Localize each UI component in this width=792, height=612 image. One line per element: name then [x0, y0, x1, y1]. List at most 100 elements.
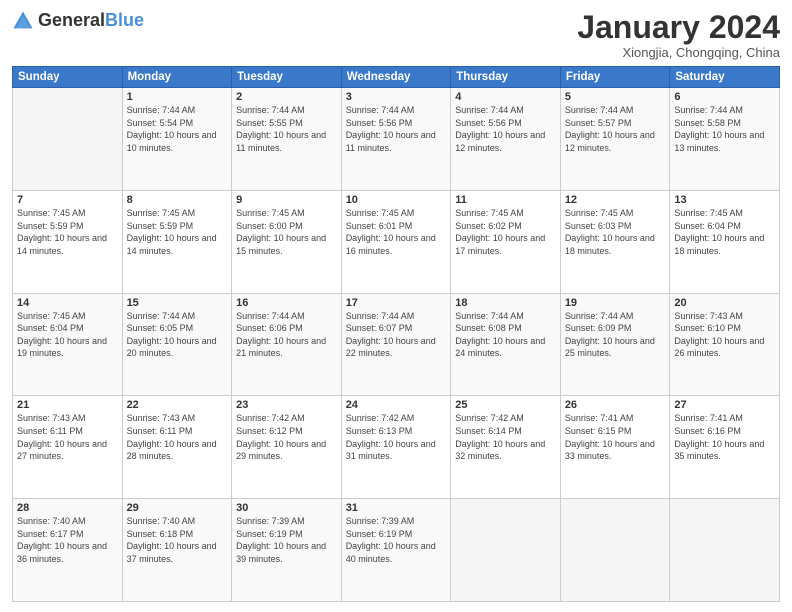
- day-header-monday: Monday: [122, 67, 232, 88]
- day-info: Sunrise: 7:39 AM Sunset: 6:19 PM Dayligh…: [346, 516, 436, 564]
- day-info: Sunrise: 7:43 AM Sunset: 6:11 PM Dayligh…: [127, 413, 217, 461]
- calendar-cell: [670, 499, 780, 602]
- day-header-sunday: Sunday: [13, 67, 123, 88]
- day-info: Sunrise: 7:45 AM Sunset: 5:59 PM Dayligh…: [127, 208, 217, 256]
- day-number: 23: [236, 399, 337, 411]
- calendar-cell: 20 Sunrise: 7:43 AM Sunset: 6:10 PM Dayli…: [670, 293, 780, 396]
- day-number: 15: [127, 297, 228, 309]
- calendar-cell: 25Sunrise: 7:42 AM Sunset: 6:14 PM Dayli…: [451, 396, 561, 499]
- day-number: 19: [565, 297, 666, 309]
- week-row-3: 21 Sunrise: 7:43 AM Sunset: 6:11 PM Dayli…: [13, 396, 780, 499]
- calendar-cell: 5 Sunrise: 7:44 AM Sunset: 5:57 PM Daylig…: [560, 88, 670, 191]
- day-info: Sunrise: 7:44 AM Sunset: 5:58 PM Dayligh…: [674, 105, 764, 153]
- calendar-cell: 15 Sunrise: 7:44 AM Sunset: 6:05 PM Dayli…: [122, 293, 232, 396]
- day-info: Sunrise: 7:40 AM Sunset: 6:17 PM Dayligh…: [17, 516, 107, 564]
- calendar-cell: [13, 88, 123, 191]
- day-info: Sunrise: 7:45 AM Sunset: 6:03 PM Dayligh…: [565, 208, 655, 256]
- calendar-cell: 8 Sunrise: 7:45 AM Sunset: 5:59 PM Daylig…: [122, 190, 232, 293]
- day-info: Sunrise: 7:42 AM Sunset: 6:13 PM Dayligh…: [346, 413, 436, 461]
- calendar-cell: 31 Sunrise: 7:39 AM Sunset: 6:19 PM Dayli…: [341, 499, 451, 602]
- day-info: Sunrise: 7:45 AM Sunset: 5:59 PM Dayligh…: [17, 208, 107, 256]
- day-number: 6: [674, 91, 775, 103]
- day-info: Sunrise: 7:45 AM Sunset: 6:04 PM Dayligh…: [17, 311, 107, 359]
- calendar-cell: 24 Sunrise: 7:42 AM Sunset: 6:13 PM Dayli…: [341, 396, 451, 499]
- day-info: Sunrise: 7:45 AM Sunset: 6:01 PM Dayligh…: [346, 208, 436, 256]
- calendar-cell: 3Sunrise: 7:44 AM Sunset: 5:56 PM Daylig…: [341, 88, 451, 191]
- calendar-cell: 2Sunrise: 7:44 AM Sunset: 5:55 PM Daylig…: [232, 88, 342, 191]
- week-row-2: 14 Sunrise: 7:45 AM Sunset: 6:04 PM Dayli…: [13, 293, 780, 396]
- day-info: Sunrise: 7:44 AM Sunset: 5:55 PM Dayligh…: [236, 105, 326, 153]
- day-number: 5: [565, 91, 666, 103]
- calendar-cell: 19 Sunrise: 7:44 AM Sunset: 6:09 PM Dayli…: [560, 293, 670, 396]
- day-number: 1: [127, 91, 228, 103]
- day-info: Sunrise: 7:45 AM Sunset: 6:04 PM Dayligh…: [674, 208, 764, 256]
- day-number: 29: [127, 502, 228, 514]
- calendar-cell: 28 Sunrise: 7:40 AM Sunset: 6:17 PM Dayli…: [13, 499, 123, 602]
- day-info: Sunrise: 7:42 AM Sunset: 6:12 PM Dayligh…: [236, 413, 326, 461]
- title-block: January 2024 Xiongjia, Chongqing, China: [577, 10, 780, 60]
- logo-blue: Blue: [105, 10, 144, 30]
- header: GeneralBlue January 2024 Xiongjia, Chong…: [12, 10, 780, 60]
- calendar-cell: 23 Sunrise: 7:42 AM Sunset: 6:12 PM Dayli…: [232, 396, 342, 499]
- day-header-thursday: Thursday: [451, 67, 561, 88]
- day-number: 13: [674, 194, 775, 206]
- day-info: Sunrise: 7:44 AM Sunset: 6:09 PM Dayligh…: [565, 311, 655, 359]
- calendar-header-row: SundayMondayTuesdayWednesdayThursdayFrid…: [13, 67, 780, 88]
- day-number: 17: [346, 297, 447, 309]
- page: GeneralBlue January 2024 Xiongjia, Chong…: [0, 0, 792, 612]
- day-number: 20: [674, 297, 775, 309]
- day-number: 21: [17, 399, 118, 411]
- day-info: Sunrise: 7:43 AM Sunset: 6:10 PM Dayligh…: [674, 311, 764, 359]
- day-number: 18: [455, 297, 556, 309]
- calendar-cell: 18 Sunrise: 7:44 AM Sunset: 6:08 PM Dayli…: [451, 293, 561, 396]
- day-number: 10: [346, 194, 447, 206]
- day-info: Sunrise: 7:45 AM Sunset: 6:00 PM Dayligh…: [236, 208, 326, 256]
- day-info: Sunrise: 7:43 AM Sunset: 6:11 PM Dayligh…: [17, 413, 107, 461]
- day-header-wednesday: Wednesday: [341, 67, 451, 88]
- calendar-cell: 12Sunrise: 7:45 AM Sunset: 6:03 PM Dayli…: [560, 190, 670, 293]
- day-info: Sunrise: 7:44 AM Sunset: 5:57 PM Dayligh…: [565, 105, 655, 153]
- calendar-cell: 11 Sunrise: 7:45 AM Sunset: 6:02 PM Dayli…: [451, 190, 561, 293]
- week-row-1: 7Sunrise: 7:45 AM Sunset: 5:59 PM Daylig…: [13, 190, 780, 293]
- day-number: 14: [17, 297, 118, 309]
- calendar-body: 1 Sunrise: 7:44 AM Sunset: 5:54 PM Daylig…: [13, 88, 780, 602]
- day-number: 8: [127, 194, 228, 206]
- calendar-cell: [451, 499, 561, 602]
- calendar-cell: 21 Sunrise: 7:43 AM Sunset: 6:11 PM Dayli…: [13, 396, 123, 499]
- calendar-table: SundayMondayTuesdayWednesdayThursdayFrid…: [12, 66, 780, 602]
- week-row-4: 28 Sunrise: 7:40 AM Sunset: 6:17 PM Dayli…: [13, 499, 780, 602]
- day-info: Sunrise: 7:44 AM Sunset: 5:56 PM Dayligh…: [346, 105, 436, 153]
- day-info: Sunrise: 7:44 AM Sunset: 5:54 PM Dayligh…: [127, 105, 217, 153]
- day-number: 24: [346, 399, 447, 411]
- calendar-cell: 29 Sunrise: 7:40 AM Sunset: 6:18 PM Dayli…: [122, 499, 232, 602]
- calendar-cell: 30Sunrise: 7:39 AM Sunset: 6:19 PM Dayli…: [232, 499, 342, 602]
- day-info: Sunrise: 7:41 AM Sunset: 6:16 PM Dayligh…: [674, 413, 764, 461]
- day-number: 11: [455, 194, 556, 206]
- calendar-cell: 26Sunrise: 7:41 AM Sunset: 6:15 PM Dayli…: [560, 396, 670, 499]
- day-number: 27: [674, 399, 775, 411]
- day-info: Sunrise: 7:40 AM Sunset: 6:18 PM Dayligh…: [127, 516, 217, 564]
- day-info: Sunrise: 7:44 AM Sunset: 6:08 PM Dayligh…: [455, 311, 545, 359]
- day-number: 31: [346, 502, 447, 514]
- day-header-friday: Friday: [560, 67, 670, 88]
- day-info: Sunrise: 7:44 AM Sunset: 6:05 PM Dayligh…: [127, 311, 217, 359]
- calendar-cell: 9Sunrise: 7:45 AM Sunset: 6:00 PM Daylig…: [232, 190, 342, 293]
- day-info: Sunrise: 7:45 AM Sunset: 6:02 PM Dayligh…: [455, 208, 545, 256]
- month-title: January 2024: [577, 10, 780, 45]
- day-number: 4: [455, 91, 556, 103]
- subtitle: Xiongjia, Chongqing, China: [577, 45, 780, 60]
- day-info: Sunrise: 7:41 AM Sunset: 6:15 PM Dayligh…: [565, 413, 655, 461]
- calendar-cell: 17 Sunrise: 7:44 AM Sunset: 6:07 PM Dayli…: [341, 293, 451, 396]
- calendar-cell: 27 Sunrise: 7:41 AM Sunset: 6:16 PM Dayli…: [670, 396, 780, 499]
- day-info: Sunrise: 7:44 AM Sunset: 6:06 PM Dayligh…: [236, 311, 326, 359]
- logo: GeneralBlue: [12, 10, 144, 32]
- day-number: 22: [127, 399, 228, 411]
- day-number: 30: [236, 502, 337, 514]
- week-row-0: 1 Sunrise: 7:44 AM Sunset: 5:54 PM Daylig…: [13, 88, 780, 191]
- day-info: Sunrise: 7:44 AM Sunset: 6:07 PM Dayligh…: [346, 311, 436, 359]
- calendar-cell: 22 Sunrise: 7:43 AM Sunset: 6:11 PM Dayli…: [122, 396, 232, 499]
- calendar-cell: 1 Sunrise: 7:44 AM Sunset: 5:54 PM Daylig…: [122, 88, 232, 191]
- logo-general: General: [38, 10, 105, 30]
- day-number: 28: [17, 502, 118, 514]
- day-number: 25: [455, 399, 556, 411]
